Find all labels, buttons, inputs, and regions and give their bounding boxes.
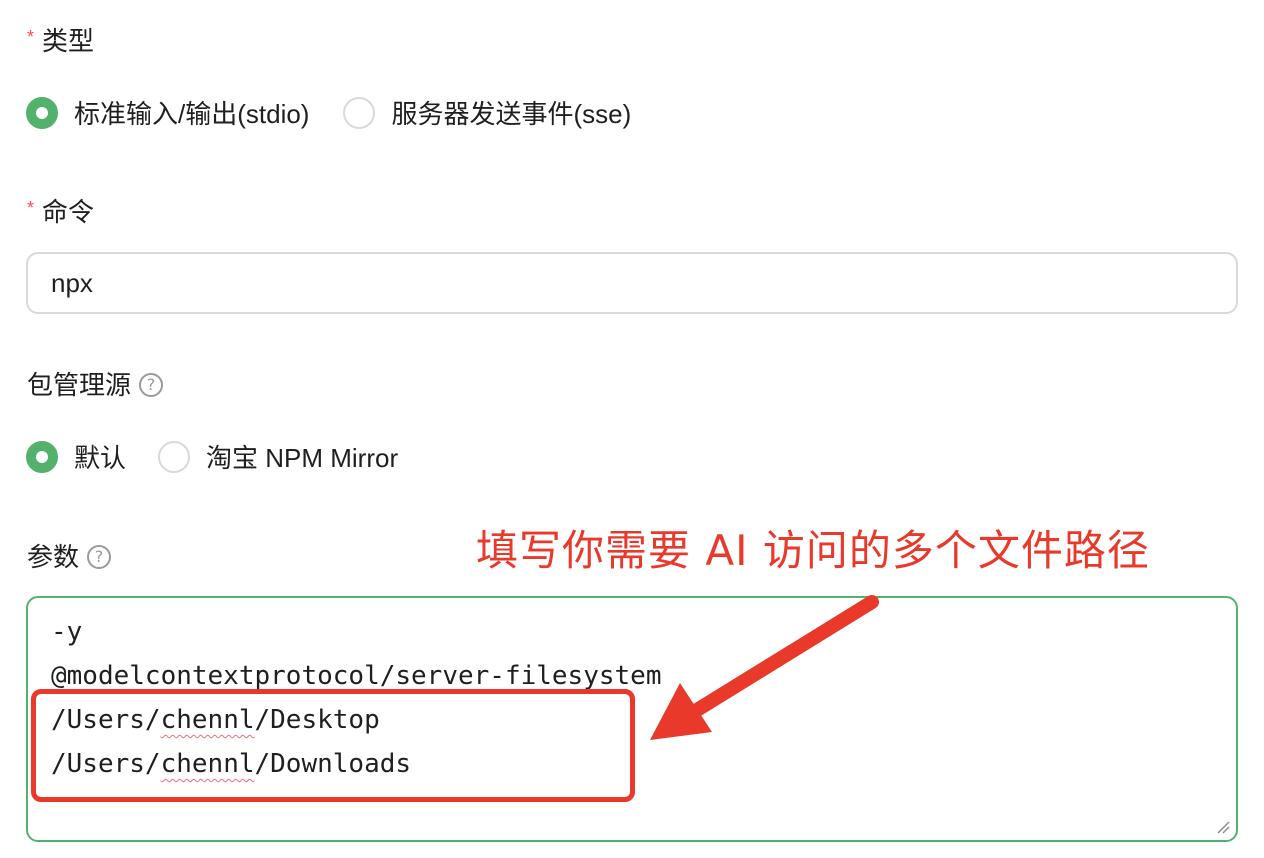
radio-option-stdio[interactable]: 标准输入/输出(stdio) xyxy=(26,94,309,131)
command-input[interactable]: npx xyxy=(26,252,1238,314)
resize-handle-icon[interactable] xyxy=(1216,820,1230,834)
radio-option-default[interactable]: 默认 xyxy=(26,438,126,475)
registry-radio-group: 默认 淘宝 NPM Mirror xyxy=(26,438,398,475)
args-label: 参数 ? xyxy=(27,542,112,572)
type-label: * 类型 xyxy=(27,26,94,56)
help-circle-icon[interactable]: ? xyxy=(87,545,112,569)
annotation-highlight-box xyxy=(31,689,635,802)
type-label-text: 类型 xyxy=(42,26,95,56)
radio-default-label: 默认 xyxy=(74,443,127,473)
command-input-value: npx xyxy=(51,267,93,298)
radio-taobao[interactable] xyxy=(158,440,191,473)
type-radio-group: 标准输入/输出(stdio) 服务器发送事件(sse) xyxy=(26,94,631,131)
radio-default[interactable] xyxy=(26,440,58,473)
command-label: * 命令 xyxy=(27,197,94,227)
radio-stdio[interactable] xyxy=(26,96,58,129)
registry-label-text: 包管理源 xyxy=(27,370,132,400)
annotation-arrow-icon xyxy=(650,595,879,740)
radio-stdio-label: 标准输入/输出(stdio) xyxy=(74,99,310,129)
radio-option-sse[interactable]: 服务器发送事件(sse) xyxy=(343,94,631,131)
annotation-text: 填写你需要 AI 访问的多个文件路径 xyxy=(476,526,1150,575)
radio-option-taobao[interactable]: 淘宝 NPM Mirror xyxy=(158,438,398,475)
help-circle-icon[interactable]: ? xyxy=(139,373,164,397)
command-label-text: 命令 xyxy=(42,197,95,227)
required-mark: * xyxy=(27,27,35,47)
radio-taobao-label: 淘宝 NPM Mirror xyxy=(206,443,399,473)
radio-sse[interactable] xyxy=(343,96,376,129)
args-label-text: 参数 xyxy=(27,542,80,572)
registry-label: 包管理源 ? xyxy=(27,370,164,400)
required-mark: * xyxy=(27,198,35,218)
radio-sse-label: 服务器发送事件(sse) xyxy=(391,99,632,129)
